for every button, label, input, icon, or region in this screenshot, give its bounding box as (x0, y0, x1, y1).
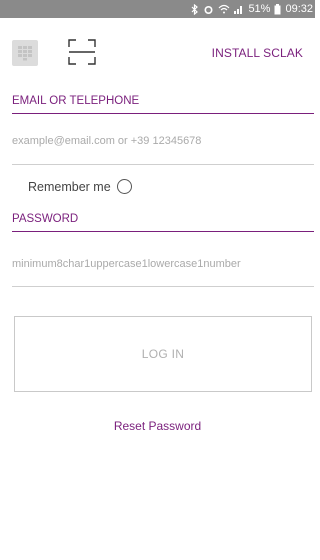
email-field-underline (12, 164, 314, 165)
signal-icon (234, 4, 244, 14)
remember-me-row[interactable]: Remember me (28, 179, 132, 194)
keypad-icon[interactable] (12, 40, 38, 66)
toolbar: INSTALL SCLAK (0, 18, 315, 80)
reset-password-link[interactable]: Reset Password (0, 419, 315, 433)
password-field-underline (12, 286, 314, 287)
clock: 09:32 (285, 3, 313, 15)
status-bar: 51% 09:32 (0, 0, 315, 18)
email-label: EMAIL OR TELEPHONE (12, 95, 140, 107)
install-sclak-link[interactable]: INSTALL SCLAK (212, 46, 303, 60)
alarm-icon (203, 4, 214, 15)
remember-me-label: Remember me (28, 179, 111, 194)
password-label-underline (12, 231, 314, 232)
wifi-icon (218, 4, 230, 14)
login-button[interactable]: LOG IN (14, 316, 312, 392)
battery-percent: 51% (248, 3, 271, 15)
remember-me-radio[interactable] (116, 179, 132, 194)
password-label: PASSWORD (12, 213, 79, 225)
battery-icon (274, 3, 281, 15)
bluetooth-icon (191, 3, 199, 15)
scan-icon[interactable] (66, 36, 98, 68)
email-field[interactable] (12, 133, 314, 149)
login-button-label: LOG IN (141, 347, 185, 361)
email-label-underline (12, 113, 314, 114)
password-field[interactable] (12, 256, 314, 272)
